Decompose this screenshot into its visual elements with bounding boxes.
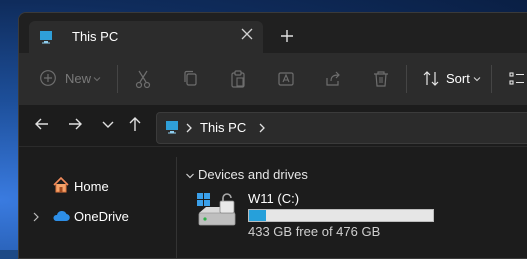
sort-icon xyxy=(423,71,439,86)
delete-icon[interactable] xyxy=(372,69,390,89)
cut-icon[interactable] xyxy=(134,69,152,89)
address-bar[interactable]: This PC xyxy=(156,112,527,144)
copy-icon[interactable] xyxy=(182,69,200,89)
paste-icon[interactable] xyxy=(229,69,247,89)
drive-usage-bar xyxy=(248,209,434,222)
tab-bar: This PC xyxy=(19,13,527,53)
close-icon[interactable] xyxy=(237,24,257,44)
chevron-down-icon xyxy=(93,77,101,82)
breadcrumb-this-pc[interactable]: This PC xyxy=(200,120,246,135)
pane-divider xyxy=(176,157,177,258)
section-title: Devices and drives xyxy=(198,167,308,182)
rename-icon[interactable] xyxy=(277,69,295,89)
sidebar-item-label: OneDrive xyxy=(74,209,129,224)
add-circle-icon xyxy=(40,70,56,86)
home-icon xyxy=(53,176,69,193)
pc-icon xyxy=(166,121,178,134)
drive-usage-fill xyxy=(249,210,266,221)
drive-name: W11 (C:) xyxy=(248,191,300,206)
drive-icon xyxy=(197,193,236,226)
pc-icon xyxy=(40,31,52,44)
plus-icon[interactable] xyxy=(278,27,296,45)
collapse-chevron-icon[interactable] xyxy=(185,171,195,181)
toolbar-divider xyxy=(491,65,492,93)
new-button-label: New xyxy=(65,71,92,86)
breadcrumb-chevron-icon[interactable] xyxy=(258,123,266,133)
tab-this-pc[interactable]: This PC xyxy=(29,21,263,53)
toolbar-divider xyxy=(406,65,407,93)
back-arrow-icon[interactable] xyxy=(33,115,51,133)
up-arrow-icon[interactable] xyxy=(126,115,144,133)
command-bar: New Sort xyxy=(19,53,527,105)
tab-title: This PC xyxy=(72,29,119,44)
chevron-down-icon xyxy=(473,77,481,82)
sidebar-item-label: Home xyxy=(74,179,109,194)
breadcrumb-chevron-icon[interactable] xyxy=(185,123,193,133)
view-icon[interactable] xyxy=(508,69,526,89)
address-row: This PC xyxy=(19,105,527,145)
file-explorer-window: This PC New Sort This PC Home OneDrive D… xyxy=(18,12,527,259)
toolbar-divider xyxy=(117,65,118,93)
expand-chevron-icon[interactable] xyxy=(32,212,40,222)
sort-button-label: Sort xyxy=(446,71,470,86)
recent-locations-chevron-icon[interactable] xyxy=(99,115,117,133)
forward-arrow-icon[interactable] xyxy=(66,115,84,133)
cloud-icon xyxy=(53,210,70,222)
navigation-pane: Home OneDrive xyxy=(19,147,174,258)
share-icon[interactable] xyxy=(324,69,342,89)
drive-free-space: 433 GB free of 476 GB xyxy=(248,224,381,239)
